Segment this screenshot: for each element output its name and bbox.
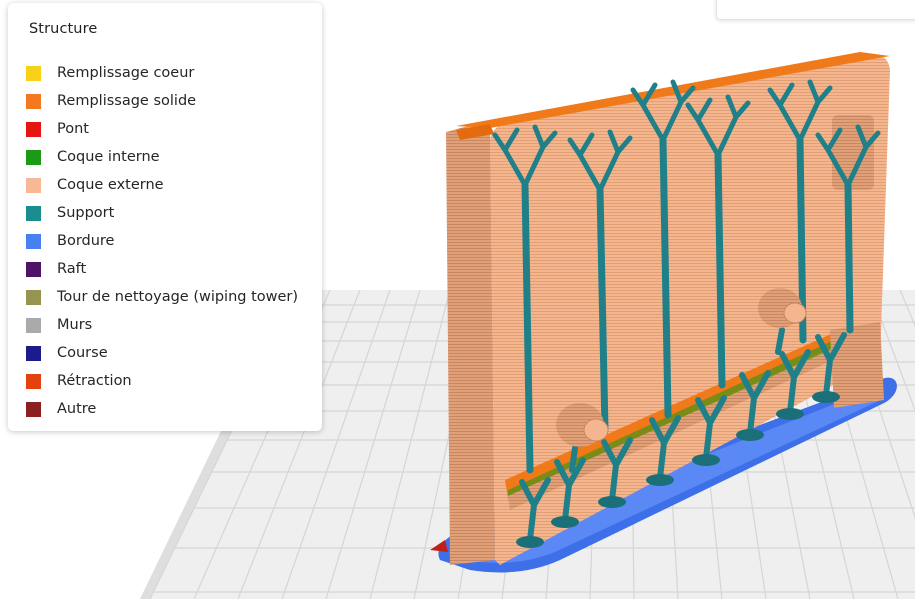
legend-item: Murs — [26, 311, 298, 339]
legend-label: Murs — [57, 317, 93, 333]
legend-label: Pont — [57, 121, 89, 137]
legend-label: Coque interne — [57, 149, 160, 165]
legend-item: Bordure — [26, 227, 298, 255]
legend-swatch — [26, 177, 41, 193]
legend-label: Coque externe — [57, 177, 164, 193]
legend-label: Bordure — [57, 233, 115, 249]
legend-item: Rétraction — [26, 367, 298, 395]
legend-item: Coque interne — [26, 143, 298, 171]
legend-swatch — [26, 205, 41, 221]
legend-swatch — [26, 121, 41, 137]
legend-label: Remplissage coeur — [57, 65, 195, 81]
legend-label: Raft — [57, 261, 87, 277]
legend-title: Structure — [29, 21, 98, 37]
legend-panel: Structure Remplissage coeur Remplissage s… — [8, 3, 322, 431]
legend-item: Tour de nettoyage (wiping tower) — [26, 283, 298, 311]
legend-item: Autre — [26, 395, 298, 423]
legend-swatch — [26, 65, 41, 81]
legend-list: Remplissage coeur Remplissage solide Pont C… — [26, 59, 298, 423]
legend-swatch — [26, 261, 41, 277]
legend-label: Autre — [57, 401, 97, 417]
legend-swatch — [26, 289, 41, 305]
legend-item: Support — [26, 199, 298, 227]
legend-swatch — [26, 317, 41, 333]
legend-label: Rétraction — [57, 373, 132, 389]
legend-item: Coque externe — [26, 171, 298, 199]
legend-swatch — [26, 373, 41, 389]
legend-item: Remplissage solide — [26, 87, 298, 115]
legend-swatch — [26, 345, 41, 361]
legend-item: Remplissage coeur — [26, 59, 298, 87]
legend-label: Support — [57, 205, 115, 221]
legend-item: Course — [26, 339, 298, 367]
legend-swatch — [26, 93, 41, 109]
legend-label: Remplissage solide — [57, 93, 197, 109]
legend-swatch — [26, 401, 41, 417]
3d-viewport[interactable]: Structure Remplissage coeur Remplissage s… — [0, 0, 915, 599]
legend-label: Tour de nettoyage (wiping tower) — [57, 289, 299, 305]
legend-swatch — [26, 233, 41, 249]
top-toolbar-panel — [716, 0, 915, 20]
legend-item: Pont — [26, 115, 298, 143]
legend-label: Course — [57, 345, 108, 361]
legend-swatch — [26, 149, 41, 165]
legend-item: Raft — [26, 255, 298, 283]
